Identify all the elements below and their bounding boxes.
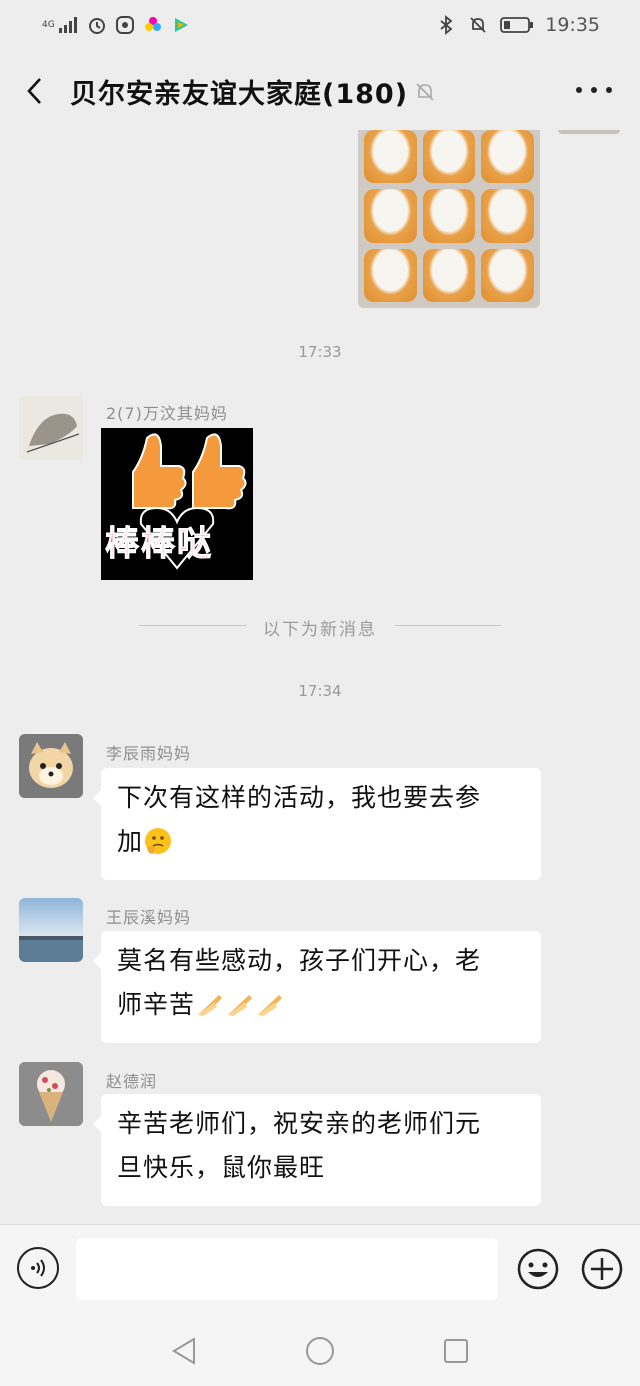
nav-back-button[interactable]: [170, 1336, 198, 1366]
emoji-button[interactable]: [516, 1247, 560, 1291]
message-line-2: 加: [117, 820, 527, 864]
chat-title: 贝尔安亲友谊大家庭(180): [70, 79, 409, 110]
avatar-icecream: [19, 1062, 83, 1126]
divider-text: 以下为新消息: [263, 620, 377, 640]
avatar[interactable]: [19, 1062, 83, 1126]
clap-hands-icon: [258, 995, 283, 1016]
network-type: 4G: [42, 19, 55, 30]
avatar-sketch: [19, 396, 83, 460]
message-bubble[interactable]: 下次有这样的活动，我也要去参 加: [93, 768, 541, 880]
avatar-dog: [19, 734, 83, 798]
timestamp: 17:34: [298, 682, 342, 700]
mute-icon: [467, 14, 489, 36]
sticker-message[interactable]: 棒棒哒: [101, 428, 253, 580]
app-icon: [114, 14, 136, 36]
message-line: 莫名有些感动，孩子们开心，老: [117, 946, 482, 975]
nav-home-button[interactable]: [305, 1336, 335, 1366]
clap-hands-icon: [198, 995, 223, 1016]
nav-back-icon: [172, 1337, 195, 1365]
clock: 19:35: [545, 14, 600, 36]
plus-button[interactable]: [580, 1247, 624, 1291]
more-icon: [576, 87, 582, 93]
message-bubble[interactable]: 辛苦老师们，祝安亲的老师们元 旦快乐，鼠你最旺: [93, 1094, 541, 1206]
signal-icon: [58, 14, 80, 36]
mute-icon: [413, 80, 437, 104]
nav-home-icon: [306, 1337, 334, 1365]
status-left: 4G: [42, 14, 192, 36]
status-bar: 4G 19:35: [0, 0, 640, 52]
chat-header: 贝尔安亲友谊大家庭(180): [0, 52, 640, 130]
battery-icon: [499, 14, 535, 36]
new-messages-divider: 以下为新消息: [0, 613, 640, 640]
timestamp: 17:33: [298, 343, 342, 361]
plus-icon: [581, 1248, 623, 1290]
avatar[interactable]: [19, 396, 83, 460]
status-right: 19:35: [435, 14, 600, 36]
system-nav-bar: [0, 1316, 640, 1386]
avatar[interactable]: [19, 734, 83, 798]
image-message[interactable]: [358, 130, 540, 308]
sender-name: 王辰溪妈妈: [106, 908, 192, 927]
sender-name: 李辰雨妈妈: [106, 744, 192, 763]
video-icon: [170, 14, 192, 36]
message-line: 辛苦老师们，祝安亲的老师们元: [117, 1109, 482, 1138]
thinking-emoji-icon: [145, 828, 172, 854]
voice-icon: [31, 1259, 45, 1277]
clap-hands-icon: [228, 995, 253, 1016]
cake-photo: [358, 130, 540, 308]
message-line-2: 师辛苦: [117, 983, 527, 1027]
back-icon: [27, 78, 41, 104]
message-list[interactable]: 17:33 2(7)万汶其妈妈 棒棒哒 以下为新消息 17:34 李辰雨妈妈 下…: [0, 130, 640, 1224]
nav-recent-icon: [444, 1339, 468, 1363]
sticker-text: 棒棒哒: [105, 524, 213, 565]
avatar[interactable]: [19, 898, 83, 962]
message-line: 下次有这样的活动，我也要去参: [117, 783, 482, 812]
partial-image-message[interactable]: [558, 130, 620, 134]
voice-button[interactable]: [17, 1247, 59, 1289]
avatar-lake: [19, 898, 83, 962]
back-button[interactable]: [18, 72, 50, 110]
message-input[interactable]: [76, 1238, 498, 1300]
more-button[interactable]: [576, 78, 612, 102]
sender-name: 2(7)万汶其妈妈: [106, 404, 228, 423]
sender-name: 赵德润: [106, 1072, 158, 1091]
message-bubble[interactable]: 莫名有些感动，孩子们开心，老 师辛苦: [93, 931, 541, 1043]
alarm-icon: [86, 14, 108, 36]
emoji-icon: [517, 1248, 559, 1290]
nav-recent-button[interactable]: [443, 1338, 469, 1364]
bluetooth-icon: [435, 14, 457, 36]
photos-icon: [142, 14, 164, 36]
input-bar: [0, 1224, 640, 1317]
message-line-2: 旦快乐，鼠你最旺: [117, 1153, 326, 1182]
